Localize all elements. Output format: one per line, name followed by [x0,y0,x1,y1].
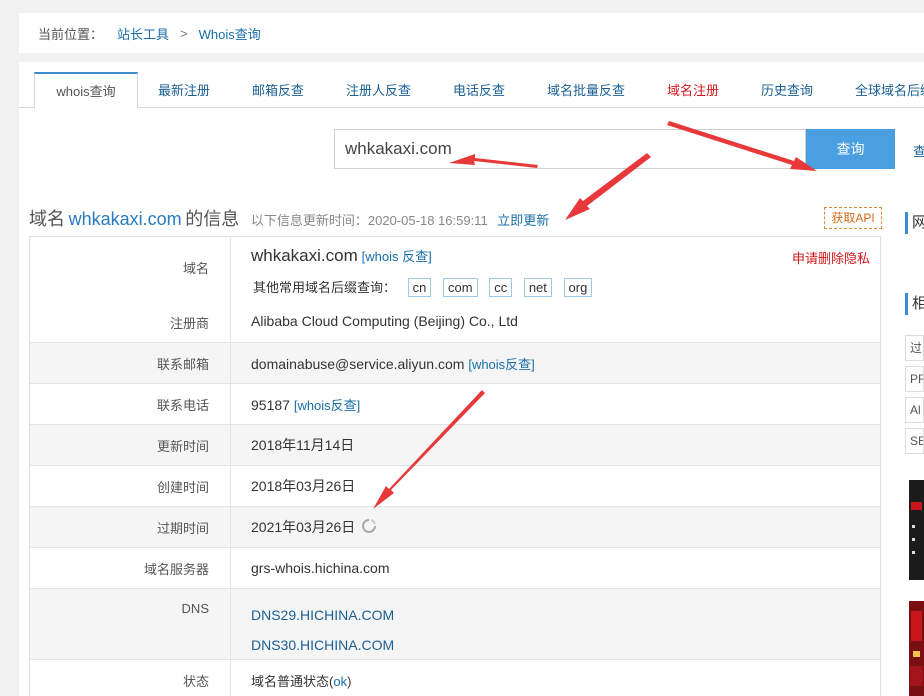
update-time-text: 以下信息更新时间：2020-05-18 16:59:11 [250,213,488,228]
remove-privacy-link[interactable]: 申请删除隐私 [792,248,870,267]
sidebar-item[interactable]: SE [905,428,924,454]
whois-table: 域名 注册商 whkakaxi.com [whois 反查] 申请删除隐私 其他… [29,236,881,696]
table-row: 状态 域名普通状态(ok) [30,659,880,696]
right-sidebar: 网 相 过 PR Al SE [895,190,924,696]
created-label: 创建时间 [30,465,231,507]
tab-email-reverse[interactable]: 邮箱反查 [252,72,304,108]
update-now-link[interactable]: 立即更新 [497,213,549,228]
info-title-suffix: 的信息 [185,209,240,229]
tab-new-registrations[interactable]: 最新注册 [158,72,210,108]
table-row: 更新时间 2018年11月14日 [30,424,880,466]
breadcrumb-home-link[interactable]: 站长工具 [117,24,169,43]
breadcrumb-separator: > [180,25,188,41]
sidebar-item[interactable]: Al [905,397,924,423]
tab-phone-reverse[interactable]: 电话反查 [453,72,505,108]
status-prefix: 域名普通状态( [251,673,334,689]
phone-value: 95187 [251,396,290,413]
table-row: 域名 注册商 whkakaxi.com [whois 反查] 申请删除隐私 其他… [30,237,880,343]
main-panel: whois查询 最新注册 邮箱反查 注册人反查 电话反查 域名批量反查 域名注册… [19,62,924,696]
created-value: 2018年03月26日 [251,478,356,494]
tab-global-suffix[interactable]: 全球域名后缀 [855,72,924,108]
get-api-button[interactable]: 获取API [824,207,882,229]
breadcrumb-label: 当前位置： [38,26,104,42]
tab-batch-reverse[interactable]: 域名批量反查 [547,72,625,108]
suffix-label: 其他常用域名后缀查询： [253,280,397,295]
sidebar-title: 网 [905,212,924,234]
table-row: 过期时间 2021年03月26日 [30,506,880,548]
search-extra-link[interactable]: 查 [913,141,924,160]
info-title-prefix: 域名 [29,209,65,229]
updated-value: 2018年11月14日 [251,437,355,453]
registrar-label: 注册商 [169,316,209,331]
breadcrumb: 当前位置： 站长工具 > Whois查询 [19,13,924,53]
search-button[interactable]: 查询 [806,129,895,169]
status-suffix: ) [347,673,352,689]
sidebar-item[interactable]: PR [905,366,924,392]
expires-label: 过期时间 [30,506,231,548]
table-row: 联系邮箱 domainabuse@service.aliyun.com [who… [30,342,880,384]
dns-label: DNS [30,589,231,659]
breadcrumb-current-link[interactable]: Whois查询 [199,24,261,43]
table-row: 创建时间 2018年03月26日 [30,465,880,507]
suffix-com[interactable]: com [443,278,478,297]
domain-search-input[interactable]: whkakaxi.com [334,129,806,169]
email-whois-reverse-link[interactable]: [whois反查] [468,357,534,372]
domain-whois-reverse-link[interactable]: [whois 反查] [362,249,432,264]
phone-whois-reverse-link[interactable]: [whois反查] [294,398,360,413]
tab-domain-register[interactable]: 域名注册 [667,72,719,108]
sidebar-item[interactable]: 过 [905,335,924,361]
suffix-org[interactable]: org [563,278,593,297]
status-label: 状态 [30,659,231,696]
info-header: 域名 whkakaxi.com 的信息 以下信息更新时间：2020-05-18 … [29,205,549,229]
expires-value: 2021年03月26日 [251,519,356,535]
domain-value: whkakaxi.com [251,246,358,265]
sidebar-ad-image[interactable] [909,480,924,580]
email-value: domainabuse@service.aliyun.com [251,355,465,372]
updated-label: 更新时间 [30,424,231,466]
table-row: DNS DNS29.HICHINA.COM DNS30.HICHINA.COM [30,589,880,660]
suffix-net[interactable]: net [523,278,552,297]
status-code-link[interactable]: ok [333,674,347,689]
phone-label: 联系电话 [30,383,231,425]
sidebar-ad-image[interactable] [909,601,924,696]
sidebar-title: 相 [905,293,924,315]
email-label: 联系邮箱 [30,342,231,384]
tab-bar: whois查询 最新注册 邮箱反查 注册人反查 电话反查 域名批量反查 域名注册… [19,72,924,109]
domain-label: 域名 [182,261,209,276]
tab-registrant-reverse[interactable]: 注册人反查 [346,72,411,108]
suffix-cn[interactable]: cn [407,278,432,297]
dns-value: DNS29.HICHINA.COM [251,607,395,623]
dns-value: DNS30.HICHINA.COM [251,637,395,653]
table-row: 联系电话 95187 [whois反查] [30,383,880,425]
nameserver-label: 域名服务器 [30,547,231,589]
table-row: 域名服务器 grs-whois.hichina.com [30,547,880,589]
registrar-value: Alibaba Cloud Computing (Beijing) Co., L… [251,313,518,329]
tab-whois[interactable]: whois查询 [34,72,138,109]
tab-history[interactable]: 历史查询 [761,72,813,108]
nameserver-value: grs-whois.hichina.com [251,560,390,576]
refresh-icon[interactable] [361,518,377,537]
suffix-cc[interactable]: cc [489,278,513,297]
info-domain-link[interactable]: whkakaxi.com [69,209,182,229]
